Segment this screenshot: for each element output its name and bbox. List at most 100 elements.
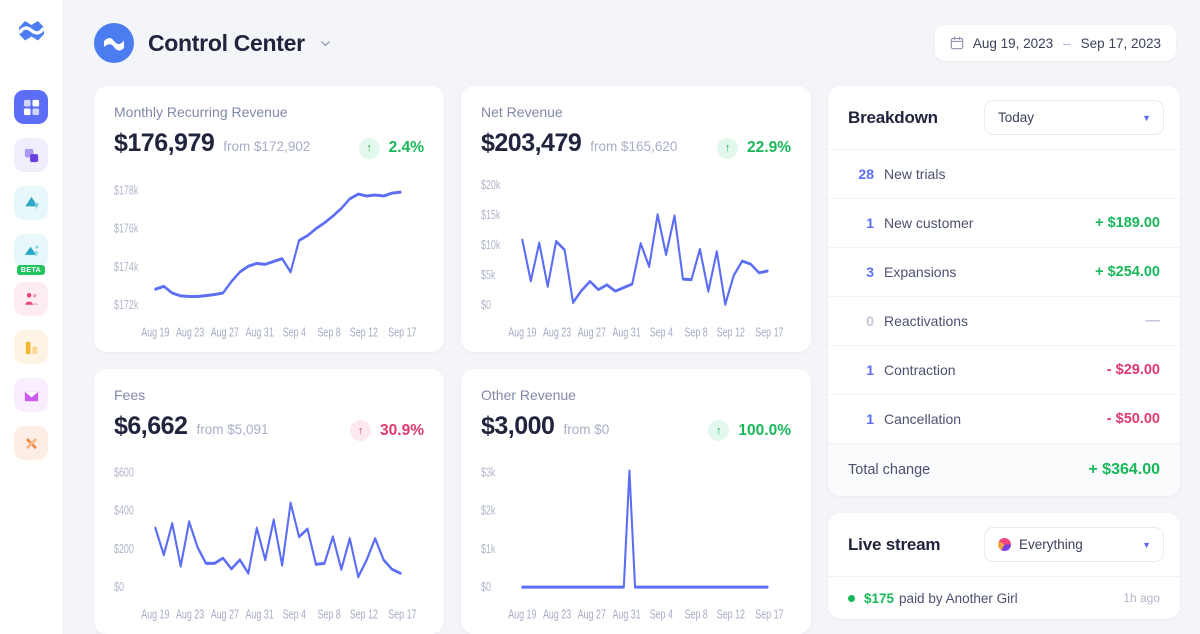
chart-fees-svg: $600 $400 $200 $0 Aug 19 Aug 23 Aug 27 A… <box>114 466 417 622</box>
title-group: Control Center <box>94 23 332 63</box>
metric-label: Net Revenue <box>481 104 563 120</box>
live-stream-text: paid by Another Girl <box>899 590 1018 606</box>
breakdown-title: Breakdown <box>848 107 938 127</box>
metric-card-fees[interactable]: Fees $6,662 from $5,091 ↑ 30.9% $600 $40… <box>94 368 444 634</box>
app-root: BETA Control Center Aug 19, 2023 – Sep 1… <box>0 0 1200 634</box>
svg-text:$200: $200 <box>114 542 134 556</box>
calendar-icon <box>950 36 964 50</box>
arrow-up-icon: ↑ <box>708 420 730 441</box>
metric-value: $3,000 <box>481 411 555 440</box>
sidebar-item-reports[interactable] <box>14 330 48 364</box>
metric-delta-value: 30.9% <box>380 421 424 439</box>
svg-text:Aug 23: Aug 23 <box>543 326 571 340</box>
breakdown-header: Breakdown Today ▼ <box>828 86 1180 150</box>
breakdown-row-new-customer[interactable]: 1 New customer + $189.00 <box>828 199 1180 248</box>
bar-chart-icon <box>25 341 37 354</box>
svg-text:Aug 31: Aug 31 <box>612 608 640 622</box>
metric-value: $203,479 <box>481 129 582 157</box>
breakdown-period-select[interactable]: Today ▼ <box>984 100 1164 135</box>
breakdown-panel: Breakdown Today ▼ 28 New trials 1 New cu <box>828 86 1180 496</box>
main-area: Control Center Aug 19, 2023 – Sep 17, 20… <box>62 0 1200 634</box>
chart-other-revenue: $3k $2k $1k $0 Aug 19 Aug 23 Aug 27 Aug … <box>481 449 791 624</box>
breakdown-row-contraction[interactable]: 1 Contraction - $29.00 <box>828 346 1180 395</box>
svg-text:$3k: $3k <box>481 466 496 480</box>
metrics-row-bottom: Fees $6,662 from $5,091 ↑ 30.9% $600 $40… <box>94 368 811 634</box>
metric-from: from $5,091 <box>196 421 269 437</box>
svg-text:Sep 17: Sep 17 <box>388 326 416 340</box>
svg-text:Aug 19: Aug 19 <box>141 608 169 622</box>
svg-text:Aug 31: Aug 31 <box>245 326 273 340</box>
svg-text:Sep 12: Sep 12 <box>717 608 745 622</box>
breakdown-total-label: Total change <box>848 462 931 478</box>
svg-text:Sep 4: Sep 4 <box>650 326 673 340</box>
beta-badge: BETA <box>16 265 46 275</box>
sidebar: BETA <box>0 0 62 634</box>
chevron-down-icon[interactable] <box>319 37 332 50</box>
sidebar-item-customers[interactable] <box>14 282 48 316</box>
live-stream-event[interactable]: $175 paid by Another Girl 1h ago <box>828 577 1180 619</box>
svg-text:Aug 31: Aug 31 <box>245 608 273 622</box>
caret-down-icon: ▼ <box>1142 539 1151 550</box>
breakdown-row-expansions[interactable]: 3 Expansions + $254.00 <box>828 248 1180 297</box>
svg-text:$0: $0 <box>114 581 124 595</box>
breakdown-name: New trials <box>884 166 946 182</box>
svg-text:Aug 19: Aug 19 <box>508 326 536 340</box>
triangle-icon <box>24 196 39 210</box>
metric-delta: ↑ 22.9% <box>717 137 791 159</box>
color-wheel-icon <box>998 538 1011 551</box>
live-stream-filter-value: Everything <box>1019 537 1083 552</box>
metric-value: $176,979 <box>114 129 215 157</box>
content: Monthly Recurring Revenue $176,979 from … <box>62 86 1200 634</box>
sidebar-item-segmentation[interactable] <box>14 138 48 172</box>
date-range-picker[interactable]: Aug 19, 2023 – Sep 17, 2023 <box>934 25 1176 61</box>
live-stream-time: 1h ago <box>1123 591 1160 605</box>
breakdown-name: Cancellation <box>884 411 962 427</box>
svg-text:$400: $400 <box>114 504 134 518</box>
brand-logo[interactable] <box>14 16 48 50</box>
metrics-row-top: Monthly Recurring Revenue $176,979 from … <box>94 86 811 352</box>
sidebar-item-tools[interactable] <box>14 426 48 460</box>
svg-text:Sep 17: Sep 17 <box>755 326 783 340</box>
breakdown-count: 1 <box>866 362 874 378</box>
breakdown-row-cancellation[interactable]: 1 Cancellation - $50.00 <box>828 395 1180 444</box>
metric-card-net-revenue[interactable]: Net Revenue $203,479 from $165,620 ↑ 22.… <box>461 86 811 352</box>
metric-card-other-revenue[interactable]: Other Revenue $3,000 from $0 ↑ 100.0% $3 <box>461 368 811 634</box>
breakdown-name: Expansions <box>884 264 957 280</box>
breakdown-amount: + $254.00 <box>1095 264 1160 280</box>
breakdown-row-reactivations[interactable]: 0 Reactivations — <box>828 297 1180 346</box>
chart-net-revenue: $20k $15k $10k $5k $0 Aug 19 Aug 23 Aug … <box>481 167 791 342</box>
metrics-column: Monthly Recurring Revenue $176,979 from … <box>94 86 811 634</box>
arrow-up-icon: ↑ <box>358 137 380 159</box>
sidebar-item-dashboard[interactable] <box>14 90 48 124</box>
breakdown-row-new-trials[interactable]: 28 New trials <box>828 150 1180 199</box>
breakdown-amount: - $29.00 <box>1106 362 1160 378</box>
breakdown-amount: - $50.00 <box>1106 411 1160 427</box>
baremetrics-mark-icon <box>104 38 124 51</box>
metric-card-mrr[interactable]: Monthly Recurring Revenue $176,979 from … <box>94 86 444 352</box>
svg-text:$0: $0 <box>481 298 491 312</box>
svg-text:$5k: $5k <box>481 268 496 282</box>
arrow-up-icon: ↑ <box>717 137 739 159</box>
sidebar-item-forecast-ai[interactable]: BETA <box>14 234 48 275</box>
triangle-sparkle-icon <box>24 244 39 257</box>
svg-text:Aug 23: Aug 23 <box>176 608 204 622</box>
caret-down-icon: ▼ <box>1142 112 1151 123</box>
svg-text:$1k: $1k <box>481 542 496 556</box>
svg-text:Aug 27: Aug 27 <box>211 608 239 622</box>
sidebar-item-forecast[interactable] <box>14 186 48 220</box>
svg-text:Sep 8: Sep 8 <box>684 326 707 340</box>
sidebar-item-messaging[interactable] <box>14 378 48 412</box>
date-range-separator: – <box>1063 35 1071 51</box>
svg-text:Aug 27: Aug 27 <box>578 326 606 340</box>
svg-text:Sep 8: Sep 8 <box>317 608 340 622</box>
live-stream-filter-select[interactable]: Everything ▼ <box>984 527 1164 562</box>
svg-text:Sep 12: Sep 12 <box>350 608 378 622</box>
svg-text:Aug 19: Aug 19 <box>508 608 536 622</box>
svg-text:Sep 4: Sep 4 <box>650 608 673 622</box>
svg-text:$0: $0 <box>481 581 491 595</box>
breakdown-name: Contraction <box>884 362 956 378</box>
metric-label: Other Revenue <box>481 386 576 403</box>
chart-mrr-svg: $178k $176k $174k $172k Aug 19 Aug 23 Au… <box>114 183 417 340</box>
svg-text:Sep 12: Sep 12 <box>350 326 378 340</box>
live-stream-panel: Live stream Everything ▼ $175 paid by An… <box>828 513 1180 619</box>
